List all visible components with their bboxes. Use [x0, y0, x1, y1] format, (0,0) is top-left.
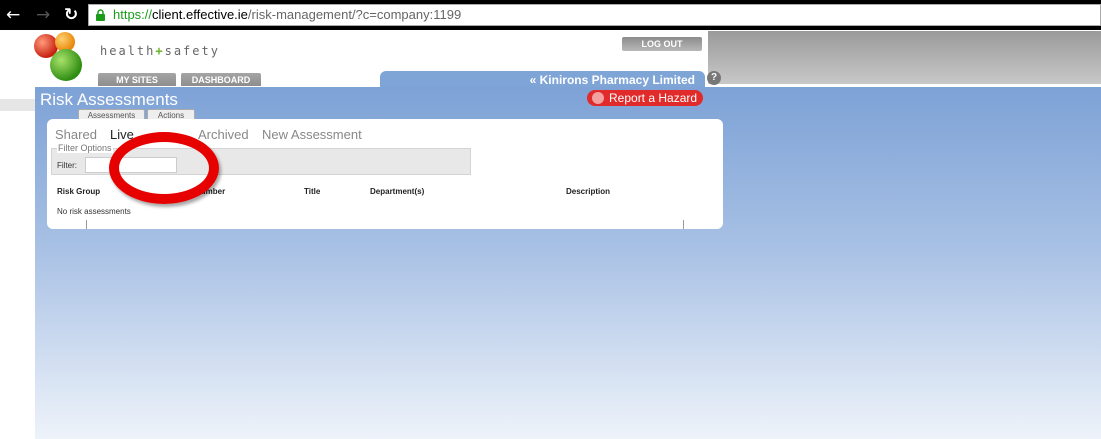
page-title: Risk Assessments	[40, 90, 178, 109]
report-hazard-button[interactable]: Report a Hazard	[587, 90, 703, 106]
column-header-risk-group[interactable]: Risk Group	[57, 187, 100, 196]
view-tab-shared[interactable]: Shared	[55, 127, 97, 142]
filter-options-legend: Filter Options	[57, 143, 113, 153]
browser-toolbar: ← → ↻ https://client.effective.ie/risk-m…	[0, 0, 1101, 30]
annotation-circle	[109, 132, 219, 204]
view-tab-new-assessment[interactable]: New Assessment	[262, 127, 362, 142]
tab-dashboard[interactable]: DASHBOARD	[181, 73, 261, 86]
address-bar[interactable]: https://client.effective.ie/risk-managem…	[88, 4, 1101, 26]
brand-safety: safety	[164, 44, 220, 58]
column-header-description[interactable]: Description	[566, 187, 610, 196]
url-path: /risk-management/?c=company:1199	[247, 7, 462, 22]
forward-arrow-icon[interactable]: →	[36, 6, 50, 24]
site-name-link[interactable]: « Kinirons Pharmacy Limited	[530, 73, 695, 87]
reload-icon[interactable]: ↻	[64, 6, 78, 24]
filter-label: Filter:	[57, 161, 77, 170]
header-gray-band	[708, 31, 1101, 84]
left-gray-strip	[0, 99, 35, 111]
url-scheme: https://	[113, 7, 153, 22]
brand-health: health	[100, 44, 156, 58]
column-header-departments[interactable]: Department(s)	[370, 187, 424, 196]
report-hazard-label: Report a Hazard	[609, 91, 698, 105]
help-icon[interactable]: ?	[707, 71, 721, 85]
url-host: client.effective.ie	[152, 7, 248, 22]
lock-icon	[96, 9, 105, 21]
logo-icon	[34, 32, 82, 81]
table-divider	[683, 220, 684, 229]
logout-button[interactable]: LOG OUT	[622, 37, 702, 51]
empty-table-message: No risk assessments	[57, 207, 131, 216]
back-arrow-icon[interactable]: ←	[6, 6, 20, 24]
table-divider	[86, 220, 87, 229]
column-header-title[interactable]: Title	[304, 187, 320, 196]
view-tab-archived[interactable]: Archived	[198, 127, 249, 142]
brand-wordmark: health+safety	[100, 44, 220, 58]
hazard-dot-icon	[592, 92, 604, 104]
url-text: https://client.effective.ie/risk-managem…	[113, 7, 461, 22]
tab-my-sites[interactable]: MY SITES	[98, 73, 176, 86]
brand-plus: +	[155, 44, 165, 58]
